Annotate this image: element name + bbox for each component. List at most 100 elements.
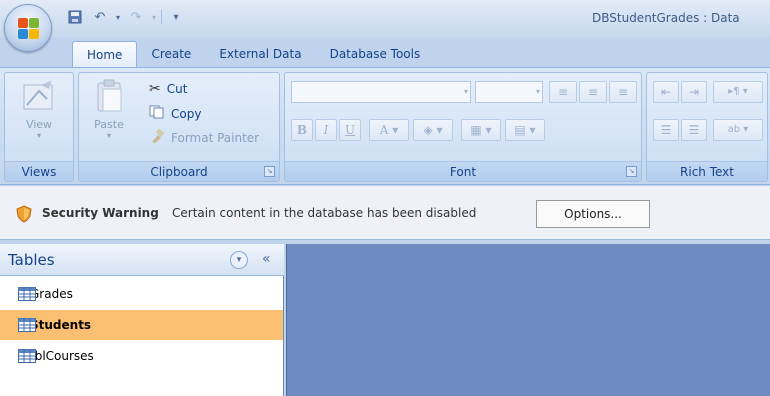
shield-icon [16, 205, 32, 223]
navigation-pane: Tables ▾ « Grades Students tblCourses [0, 244, 284, 396]
align-right-icon: ≡ [617, 85, 629, 99]
font-size-dropdown-icon: ▾ [535, 87, 540, 96]
tab-external-data[interactable]: External Data [205, 41, 315, 68]
gridlines-button[interactable]: ▦ ▾ [461, 119, 501, 141]
highlight-icon: ab ▾ [727, 124, 749, 135]
rich-text-group: ⇤ ⇥ ▸¶ ▾ ☰ ☰ ab ▾ Rich Text [646, 72, 768, 182]
underline-button[interactable]: U [339, 119, 361, 141]
clipboard-group-label: Clipboard [79, 161, 279, 181]
views-group-label: Views [5, 161, 73, 181]
decrease-indent-button[interactable]: ⇤ [653, 81, 679, 103]
redo-dropdown-icon[interactable]: ▾ [150, 7, 158, 27]
font-group: ▾ ▾ ≡ ≡ ≡ B I U A ▾ ◈ ▾ ▦ ▾ ▤ ▾ Font ↘ [284, 72, 642, 182]
font-size-combo[interactable]: ▾ [475, 81, 543, 103]
align-left-icon: ≡ [557, 85, 569, 99]
ribbon-tabs: Home Create External Data Database Tools [72, 38, 434, 68]
paste-button[interactable]: Paste ▾ [87, 79, 131, 140]
undo-icon[interactable]: ↶ [89, 7, 111, 27]
copy-label: Copy [171, 106, 202, 121]
view-button[interactable]: View ▾ [11, 79, 67, 140]
paste-dropdown-icon: ▾ [106, 131, 111, 140]
nav-item-label: Grades [30, 287, 73, 301]
decrease-indent-icon: ⇤ [660, 85, 672, 99]
options-button[interactable]: Options... [536, 200, 650, 228]
nav-item-label: Students [30, 318, 92, 332]
fill-color-button[interactable]: ◈ ▾ [413, 119, 453, 141]
table-icon [18, 318, 36, 332]
copy-button[interactable]: Copy [149, 105, 201, 122]
align-left-button[interactable]: ≡ [549, 81, 577, 103]
nav-pane-title: Tables [8, 251, 55, 269]
font-color-button[interactable]: A ▾ [369, 119, 409, 141]
views-group: View ▾ Views [4, 72, 74, 182]
scissors-icon: ✂ [149, 81, 161, 97]
tab-create[interactable]: Create [137, 41, 205, 68]
view-label: View [25, 118, 53, 131]
view-icon [23, 81, 53, 110]
bold-button[interactable]: B [291, 119, 313, 141]
save-icon[interactable] [64, 7, 86, 27]
nav-menu-dropdown-icon[interactable]: ▾ [230, 251, 248, 269]
qat-separator [161, 10, 162, 24]
fill-color-icon: ◈ ▾ [423, 123, 443, 137]
text-direction-icon: ▸¶ ▾ [728, 86, 748, 97]
security-warning-title: Security Warning [42, 206, 159, 220]
increase-indent-icon: ⇥ [688, 85, 700, 99]
bullets-icon: ☰ [688, 123, 700, 137]
collapse-pane-icon[interactable]: « [262, 251, 271, 267]
format-painter-button[interactable]: Format Painter [149, 128, 260, 146]
align-center-icon: ≡ [587, 85, 599, 99]
window-title: DBStudentGrades : Data [592, 11, 740, 25]
font-name-combo[interactable]: ▾ [291, 81, 471, 103]
office-button[interactable] [4, 4, 52, 52]
document-workspace [286, 244, 770, 396]
security-warning-message: Certain content in the database has been… [172, 206, 477, 220]
copy-icon [149, 105, 165, 122]
bold-icon: B [296, 123, 308, 137]
nav-item-students[interactable]: Students [0, 310, 283, 340]
font-group-label: Font [285, 161, 641, 181]
clipboard-dialog-launcher-icon[interactable]: ↘ [264, 166, 275, 177]
highlight-button[interactable]: ab ▾ [713, 119, 763, 141]
rich-text-group-label: Rich Text [647, 161, 767, 181]
alternate-fill-icon: ▤ ▾ [514, 123, 536, 137]
format-painter-label: Format Painter [171, 130, 260, 145]
italic-icon: I [323, 123, 329, 137]
font-color-icon: A ▾ [379, 123, 399, 137]
underline-icon: U [344, 123, 356, 137]
nav-pane-header[interactable]: Tables ▾ « [0, 244, 284, 276]
align-right-button[interactable]: ≡ [609, 81, 637, 103]
italic-button[interactable]: I [315, 119, 337, 141]
title-bar: ↶ ▾ ↷ ▾ ▾ DBStudentGrades : Data [0, 0, 770, 38]
numbering-icon: ☰ [660, 123, 672, 137]
office-logo-icon [18, 18, 40, 40]
nav-item-label: tblCourses [30, 349, 94, 363]
nav-item-tblcourses[interactable]: tblCourses [0, 341, 283, 371]
text-direction-button[interactable]: ▸¶ ▾ [713, 81, 763, 103]
gridlines-icon: ▦ ▾ [470, 123, 492, 137]
bullets-button[interactable]: ☰ [681, 119, 707, 141]
view-dropdown-icon: ▾ [36, 131, 41, 140]
undo-dropdown-icon[interactable]: ▾ [114, 7, 122, 27]
paste-icon [97, 79, 122, 112]
security-warning-bar: Security Warning Certain content in the … [0, 186, 770, 240]
quick-access-toolbar: ↶ ▾ ↷ ▾ ▾ [64, 6, 187, 28]
format-painter-icon [149, 128, 165, 146]
clipboard-group: Paste ▾ ✂ Cut Copy Format Painter Clipbo… [78, 72, 280, 182]
tab-database-tools[interactable]: Database Tools [316, 41, 435, 68]
ribbon: View ▾ Views Paste ▾ ✂ Cut Copy Format P… [0, 67, 770, 185]
font-dialog-launcher-icon[interactable]: ↘ [626, 166, 637, 177]
numbering-button[interactable]: ☰ [653, 119, 679, 141]
increase-indent-button[interactable]: ⇥ [681, 81, 707, 103]
cut-button[interactable]: ✂ Cut [149, 81, 187, 97]
cut-label: Cut [166, 82, 188, 96]
redo-icon[interactable]: ↷ [125, 7, 147, 27]
table-icon [18, 287, 36, 301]
nav-item-grades[interactable]: Grades [0, 279, 283, 309]
alternate-fill-button[interactable]: ▤ ▾ [505, 119, 545, 141]
table-icon [18, 349, 36, 363]
tab-home[interactable]: Home [72, 41, 138, 68]
align-center-button[interactable]: ≡ [579, 81, 607, 103]
paste-label: Paste [94, 118, 124, 131]
customize-qat-icon[interactable]: ▾ [165, 7, 187, 27]
